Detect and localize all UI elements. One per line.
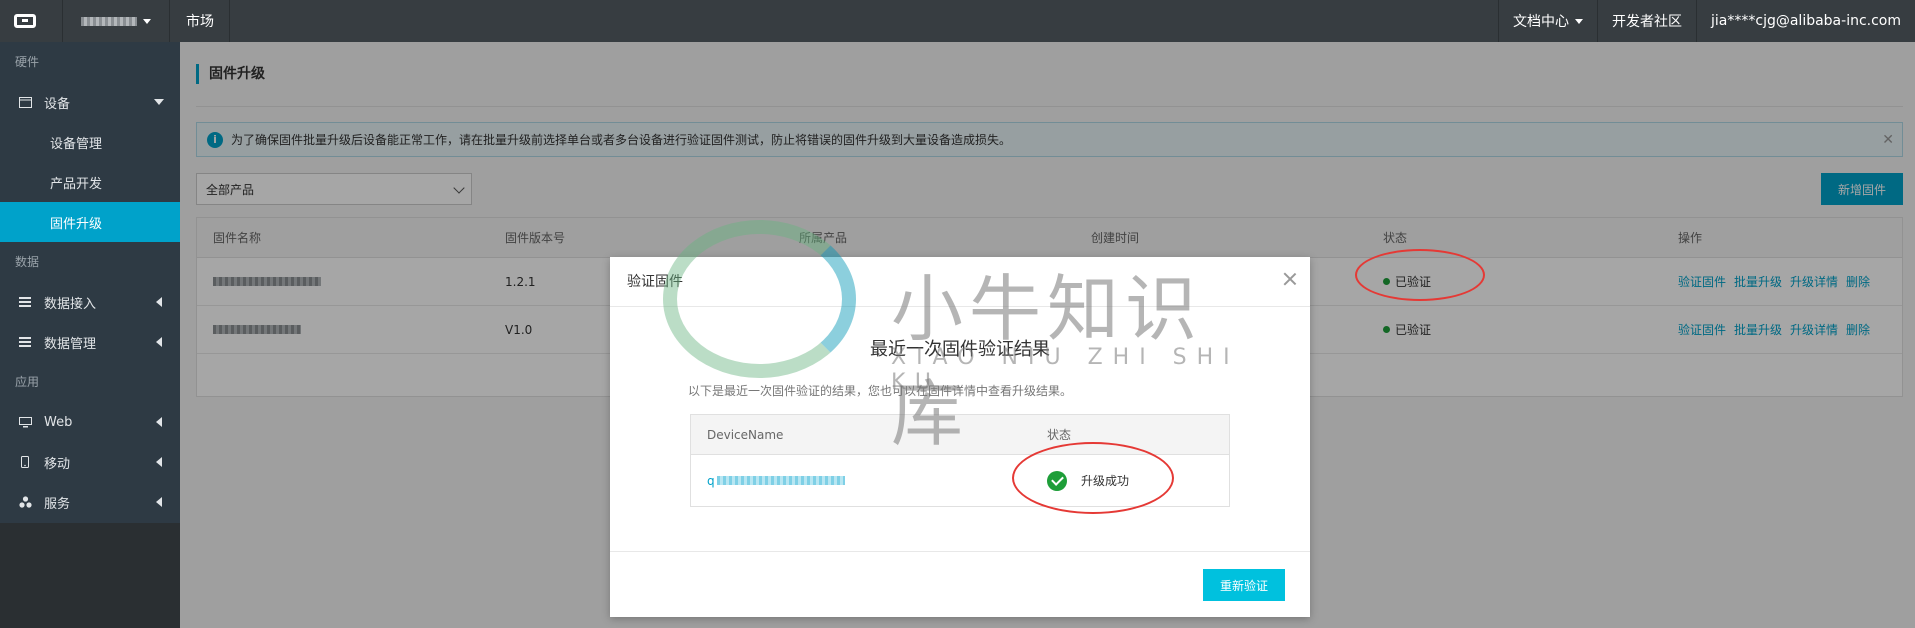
monitor-icon <box>18 416 32 428</box>
column-header: DeviceName <box>707 427 784 442</box>
sidebar-item-device-manage[interactable]: 设备管理 <box>0 122 180 162</box>
sidebar-item-label: 数据接入 <box>44 296 97 312</box>
watermark-subtext: XIAO NIU ZHI SHI KU <box>891 345 1240 395</box>
chevron-left-icon <box>156 417 162 427</box>
top-bar: 市场 文档中心 开发者社区 jia****cjg@alibaba-inc.com <box>0 0 1915 42</box>
annotation-circle <box>1355 249 1485 301</box>
mobile-icon <box>18 456 32 468</box>
user-account-menu[interactable]: jia****cjg@alibaba-inc.com <box>1696 0 1915 42</box>
sidebar-item-label: Web <box>44 414 73 430</box>
sidebar-item-firmware-upgrade[interactable]: 固件升级 <box>0 202 180 242</box>
sidebar-item-mobile[interactable]: 移动 <box>0 442 180 482</box>
list-icon <box>18 336 32 348</box>
sidebar-item-service[interactable]: 服务 <box>0 482 180 522</box>
console-logo-icon[interactable] <box>0 0 50 42</box>
sidebar-item-label: 数据管理 <box>44 336 97 352</box>
sidebar-item-label: 设备 <box>44 96 71 112</box>
chevron-left-icon <box>156 497 162 507</box>
chevron-left-icon <box>156 297 162 307</box>
watermark: 小牛知识库 XIAO NIU ZHI SHI KU <box>663 220 1263 456</box>
chevron-down-icon <box>154 99 164 105</box>
caret-down-icon <box>143 18 151 24</box>
list-icon <box>18 296 32 308</box>
bull-logo-icon <box>663 220 856 378</box>
device-icon <box>18 96 32 108</box>
sidebar-item-label: 服务 <box>44 496 71 512</box>
sidebar-item-data-manage[interactable]: 数据管理 <box>0 322 180 362</box>
chevron-left-icon <box>156 457 162 467</box>
redacted-account-name <box>81 16 137 26</box>
sidebar-section-app: 应用 <box>15 375 40 389</box>
cubes-icon <box>18 496 32 508</box>
account-switcher[interactable] <box>62 0 170 42</box>
sidebar-footer <box>0 523 180 628</box>
docs-center-menu[interactable]: 文档中心 <box>1498 0 1597 42</box>
dialog-footer: 重新验证 <box>610 551 1310 617</box>
device-name-link[interactable]: q <box>707 455 845 506</box>
docs-center-label: 文档中心 <box>1513 14 1570 30</box>
caret-down-icon <box>1575 18 1584 24</box>
reverify-button[interactable]: 重新验证 <box>1203 569 1285 601</box>
sidebar-item-device[interactable]: 设备 <box>0 82 180 122</box>
annotation-circle <box>1012 442 1174 514</box>
close-icon[interactable] <box>1282 271 1298 287</box>
chevron-left-icon <box>156 337 162 347</box>
sidebar-section-hardware: 硬件 <box>15 55 40 69</box>
sidebar-section-data: 数据 <box>15 255 40 269</box>
sidebar-item-web[interactable]: Web <box>0 402 180 442</box>
sidebar: 硬件 设备 设备管理 产品开发 固件升级 数据 数据接入 数据管理 应用 Web… <box>0 42 180 628</box>
market-link[interactable]: 市场 <box>171 0 230 42</box>
sidebar-item-data-access[interactable]: 数据接入 <box>0 282 180 322</box>
sidebar-item-label: 移动 <box>44 456 71 472</box>
developer-community-link[interactable]: 开发者社区 <box>1597 0 1696 42</box>
sidebar-item-product-dev[interactable]: 产品开发 <box>0 162 180 202</box>
